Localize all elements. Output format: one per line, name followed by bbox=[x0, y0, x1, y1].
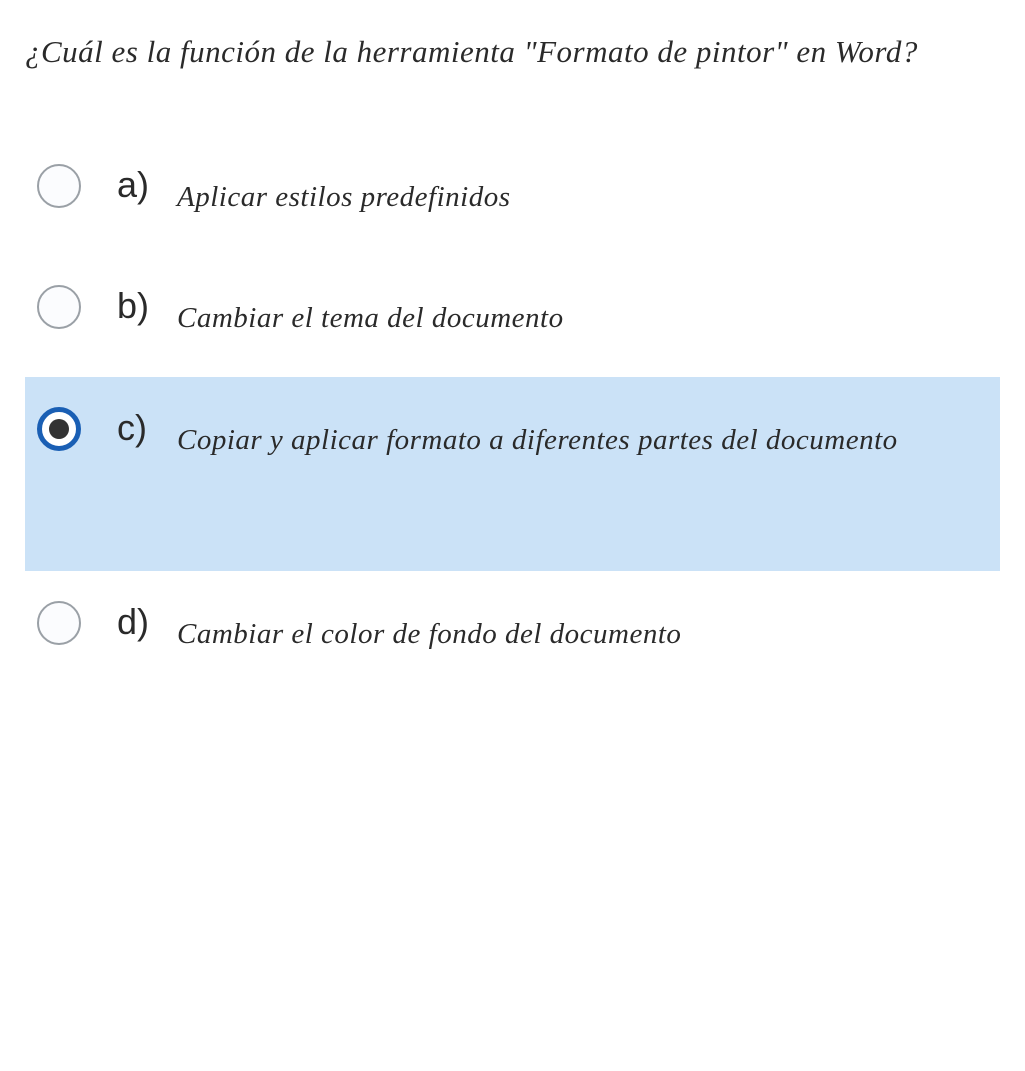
option-a-content: a) Aplicar estilos predefinidos bbox=[117, 162, 982, 228]
option-b-letter: b) bbox=[117, 283, 159, 330]
option-c[interactable]: c) Copiar y aplicar formato a diferentes… bbox=[25, 377, 1000, 571]
radio-c[interactable] bbox=[37, 407, 81, 451]
radio-a[interactable] bbox=[37, 164, 81, 208]
radio-c-dot bbox=[49, 419, 69, 439]
option-d-text: Cambiar el color de fondo del documento bbox=[177, 599, 681, 665]
option-c-letter: c) bbox=[117, 405, 159, 452]
option-d[interactable]: d) Cambiar el color de fondo del documen… bbox=[25, 571, 1000, 693]
option-d-letter: d) bbox=[117, 599, 159, 646]
option-d-content: d) Cambiar el color de fondo del documen… bbox=[117, 599, 982, 665]
option-c-content: c) Copiar y aplicar formato a diferentes… bbox=[117, 405, 982, 471]
option-a-letter: a) bbox=[117, 162, 159, 209]
option-c-text: Copiar y aplicar formato a diferentes pa… bbox=[177, 405, 898, 471]
radio-d[interactable] bbox=[37, 601, 81, 645]
option-a-text: Aplicar estilos predefinidos bbox=[177, 162, 511, 228]
option-b-content: b) Cambiar el tema del documento bbox=[117, 283, 982, 349]
option-b[interactable]: b) Cambiar el tema del documento bbox=[25, 255, 1000, 377]
radio-b[interactable] bbox=[37, 285, 81, 329]
option-b-text: Cambiar el tema del documento bbox=[177, 283, 564, 349]
options-container: a) Aplicar estilos predefinidos b) Cambi… bbox=[25, 134, 1000, 694]
question-text: ¿Cuál es la función de la herramienta "F… bbox=[25, 20, 1000, 84]
option-a[interactable]: a) Aplicar estilos predefinidos bbox=[25, 134, 1000, 256]
